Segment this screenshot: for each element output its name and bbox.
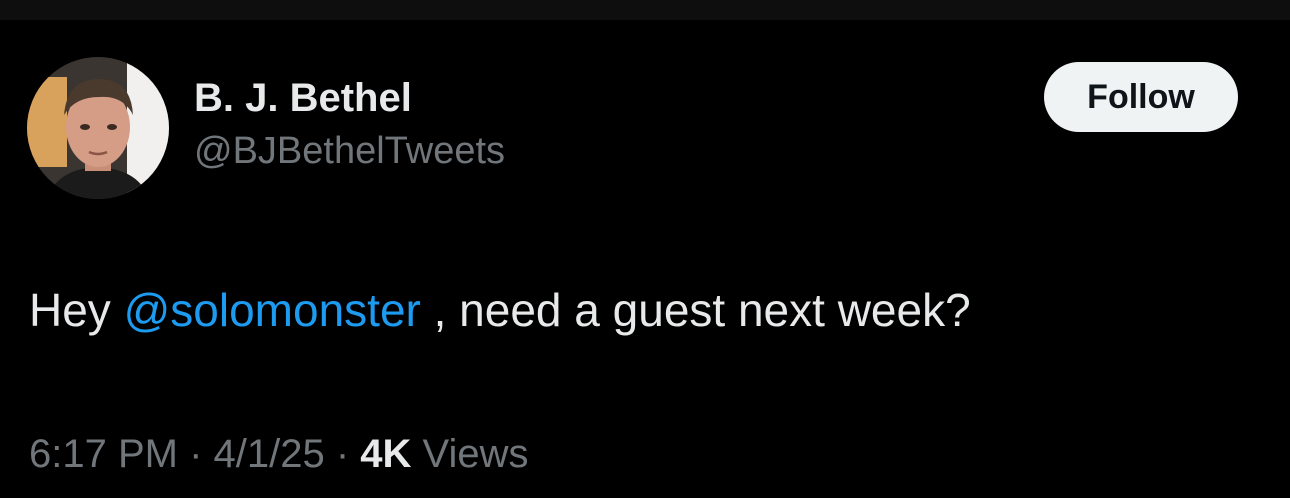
author-display-name[interactable]: B. J. Bethel [194,75,505,121]
mention-link[interactable]: @solomonster [124,284,421,336]
views-count[interactable]: 4K [360,432,411,476]
top-status-strip [0,0,1290,20]
tweet-text-suffix: , need a guest next week? [420,284,971,336]
meta-separator: · [177,432,214,476]
views-label: Views [411,432,529,476]
tweet-text: Hey @solomonster , need a guest next wee… [29,282,971,338]
tweet-date[interactable]: 4/1/25 [214,432,325,476]
author-block[interactable]: B. J. Bethel @BJBethelTweets [194,75,505,173]
follow-button[interactable]: Follow [1044,62,1238,132]
avatar[interactable] [27,57,169,199]
tweet-time[interactable]: 6:17 PM [29,432,178,476]
tweet-text-prefix: Hey [29,284,124,336]
tweet-meta: 6:17 PM · 4/1/25 · 4K Views [29,430,529,478]
tweet-card: B. J. Bethel @BJBethelTweets Follow Hey … [0,20,1290,498]
author-handle[interactable]: @BJBethelTweets [194,129,505,173]
avatar-photo-icon [27,57,169,199]
meta-separator: · [324,432,361,476]
